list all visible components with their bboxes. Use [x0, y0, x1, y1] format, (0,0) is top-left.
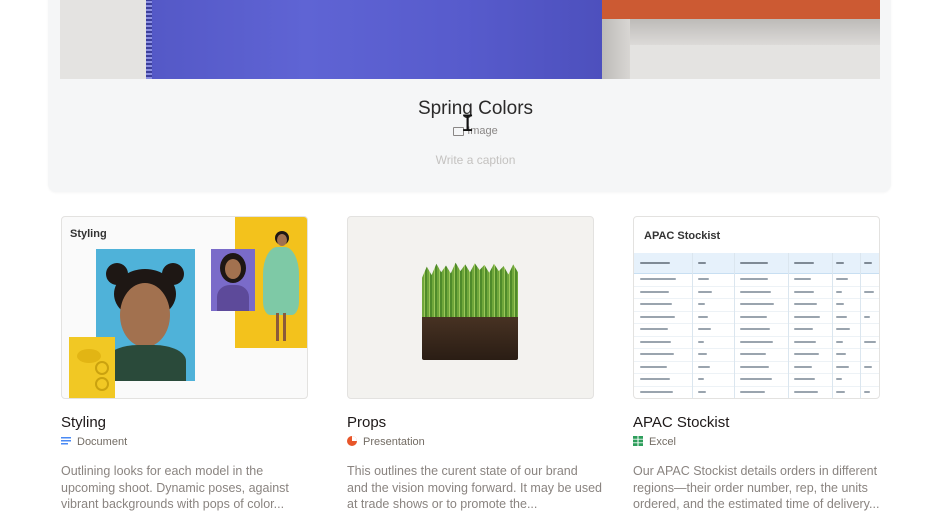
spreadsheet-cell-text	[836, 328, 850, 330]
spreadsheet-cell-text	[740, 340, 773, 343]
spreadsheet-cell-text	[698, 315, 708, 318]
spreadsheet-cell-text	[698, 303, 705, 305]
spreadsheet-header-text	[698, 262, 706, 264]
fabric-shadow-edge	[602, 19, 630, 79]
spreadsheet-thumbnail[interactable]: APAC Stockist	[633, 216, 880, 399]
props-thumbnail[interactable]	[347, 216, 594, 399]
card-type: Presentation	[347, 436, 425, 448]
spreadsheet-cell-text	[740, 365, 769, 368]
spreadsheet-cell-text	[794, 290, 814, 293]
spreadsheet-cell-text	[740, 378, 772, 380]
spreadsheet-header-text	[740, 262, 768, 264]
spreadsheet-header-text	[640, 262, 670, 264]
thumbnail-label: APAC Stockist	[644, 230, 721, 242]
spreadsheet-cell-text	[698, 353, 707, 355]
card-title[interactable]: Styling	[61, 414, 106, 431]
spreadsheet-cell-text	[794, 328, 813, 330]
spreadsheet-cell-text	[740, 353, 766, 355]
spreadsheet-cell-text	[836, 315, 847, 318]
spreadsheet-cell-text	[836, 378, 842, 380]
spreadsheet-cell-text	[640, 303, 672, 305]
spreadsheet-cell-text	[698, 328, 711, 330]
spreadsheet-cell-text	[640, 390, 673, 393]
thumbnail-label: Styling	[70, 228, 107, 240]
card-type-label: Document	[77, 436, 128, 448]
spreadsheet-cell-text	[836, 303, 844, 305]
card-description: Outlining looks for each model in the up…	[61, 464, 289, 511]
grass-blades	[422, 262, 518, 317]
card-type: Document	[61, 436, 127, 448]
spreadsheet-cell-text	[794, 390, 818, 393]
spreadsheet-cell-text	[864, 340, 876, 343]
spreadsheet-cell-text	[794, 315, 820, 318]
spreadsheet-cell-text	[740, 278, 768, 280]
spreadsheet-cell-text	[836, 390, 845, 393]
card-description: This outlines the curent state of our br…	[347, 464, 602, 511]
model-photo-purple	[211, 249, 255, 311]
spreadsheet-cell-text	[794, 365, 812, 368]
spreadsheet-cell-text	[794, 278, 811, 280]
spreadsheet-cell-text	[698, 365, 710, 368]
document-icon	[61, 437, 71, 445]
card-type-label: Excel	[649, 436, 676, 448]
accessory-photo	[69, 337, 115, 398]
spreadsheet-cell-text	[794, 340, 816, 343]
card-description: Our APAC Stockist details orders in diff…	[633, 464, 880, 511]
featured-image[interactable]	[60, 0, 880, 79]
spreadsheet-cell-text	[740, 290, 771, 293]
fabric-shadow	[602, 19, 880, 45]
spreadsheet-icon	[633, 436, 643, 446]
spreadsheet-cell-text	[794, 303, 817, 305]
spreadsheet-cell-text	[836, 290, 842, 293]
spreadsheet-header-text	[836, 262, 844, 264]
spreadsheet-cell-text	[640, 353, 674, 355]
soil-block	[422, 313, 518, 360]
spreadsheet-cell-text	[640, 365, 667, 368]
spreadsheet-cell-text	[640, 328, 668, 330]
text-cursor-icon: I	[461, 112, 475, 137]
spreadsheet-cell-text	[640, 378, 670, 380]
spreadsheet-header-text	[794, 262, 814, 264]
spreadsheet-cell-text	[640, 278, 676, 280]
card-type-label: Presentation	[363, 436, 425, 448]
caption-input[interactable]: Write a caption	[0, 153, 951, 167]
spreadsheet-cell-text	[698, 278, 709, 280]
blue-fabric	[146, 0, 602, 79]
featured-type: Image	[0, 125, 951, 137]
card-type: Excel	[633, 436, 676, 448]
spreadsheet-cell-text	[864, 390, 870, 393]
spreadsheet-preview	[634, 253, 879, 398]
spreadsheet-header-text	[864, 262, 872, 264]
spreadsheet-cell-text	[640, 290, 669, 293]
spreadsheet-cell-text	[794, 378, 815, 380]
spreadsheet-cell-text	[864, 290, 874, 293]
spreadsheet-cell-text	[836, 353, 846, 355]
orange-fabric	[602, 0, 880, 19]
spreadsheet-cell-text	[740, 390, 765, 393]
spreadsheet-cell-text	[794, 353, 819, 355]
featured-title: Spring Colors	[417, 98, 534, 119]
card-title[interactable]: APAC Stockist	[633, 414, 729, 431]
styling-thumbnail[interactable]: Styling	[61, 216, 308, 399]
spreadsheet-cell-text	[836, 340, 843, 343]
spreadsheet-cell-text	[864, 315, 870, 318]
spreadsheet-cell-text	[740, 315, 767, 318]
spreadsheet-cell-text	[836, 365, 849, 368]
spreadsheet-cell-text	[864, 365, 872, 368]
spreadsheet-cell-text	[698, 390, 706, 393]
spreadsheet-cell-text	[836, 278, 848, 280]
spreadsheet-cell-text	[640, 315, 675, 318]
spreadsheet-cell-text	[740, 328, 770, 330]
card-title[interactable]: Props	[347, 414, 386, 431]
spreadsheet-cell-text	[740, 303, 774, 305]
presentation-icon	[347, 436, 357, 446]
spreadsheet-cell-text	[698, 340, 704, 343]
spreadsheet-cell-text	[698, 378, 704, 380]
spreadsheet-cell-text	[698, 290, 712, 293]
spreadsheet-cell-text	[640, 340, 671, 343]
